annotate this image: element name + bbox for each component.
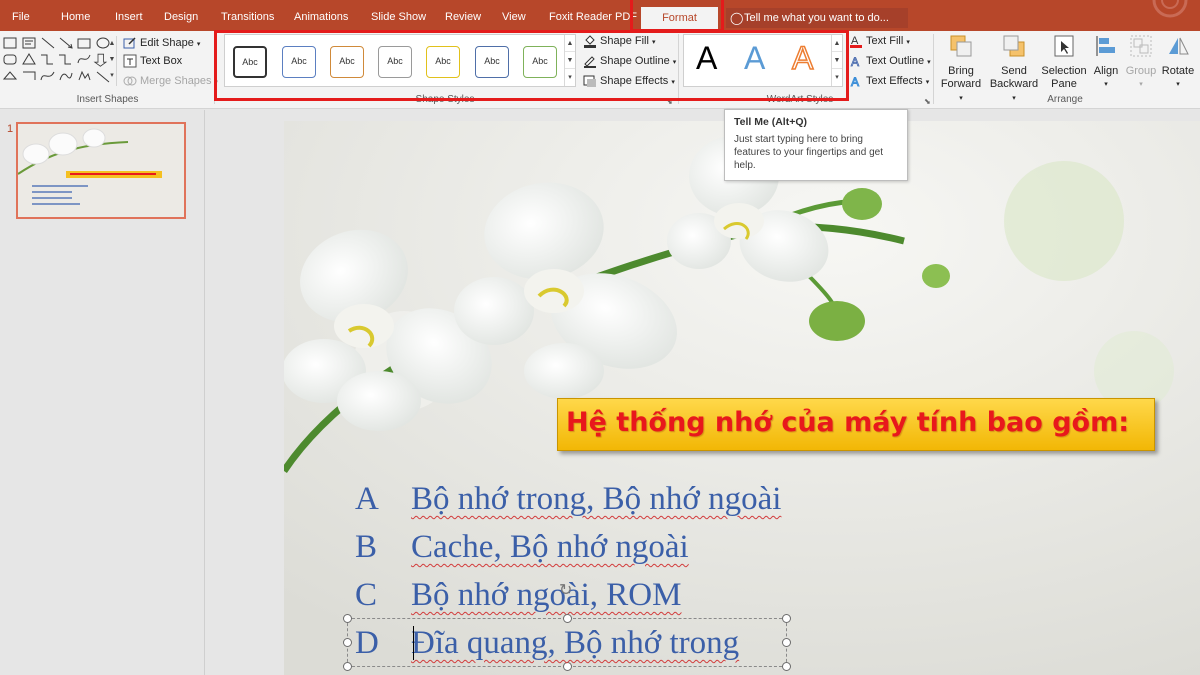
slide-thumbnail-pane: 1 xyxy=(0,110,205,675)
tab-design[interactable]: Design xyxy=(164,0,198,31)
styles-highlight xyxy=(214,30,849,101)
tab-insert[interactable]: Insert xyxy=(115,0,143,31)
resize-handle-top[interactable] xyxy=(563,614,572,623)
text-fill-icon: A xyxy=(850,35,862,48)
format-tab-highlight xyxy=(630,0,724,32)
answer-a-text[interactable]: Bộ nhớ trong, Bộ nhớ ngoài xyxy=(411,481,781,518)
send-backward-line2: Backward xyxy=(989,78,1039,90)
resize-handle-left[interactable] xyxy=(343,638,352,647)
edit-shape-icon xyxy=(123,37,136,49)
text-effects-icon: A xyxy=(851,75,860,89)
merge-shapes-label: Merge Shapes xyxy=(140,75,212,87)
text-outline-label: Text Outline xyxy=(866,55,925,67)
text-box-icon xyxy=(123,54,137,68)
tell-me-tooltip: Tell Me (Alt+Q) Just start typing here t… xyxy=(724,109,908,181)
tell-me-placeholder: Tell me what you want to do... xyxy=(744,12,889,24)
align-button[interactable]: Align ▾ xyxy=(1089,34,1123,91)
selection-pane-line1: Selection xyxy=(1041,65,1087,77)
group-button[interactable]: Group ▾ xyxy=(1124,34,1158,91)
ribbon-tab-bar: File Home Insert Design Transitions Anim… xyxy=(0,0,1200,35)
group-icon xyxy=(1130,35,1152,57)
slide-title: Hệ thống nhớ của máy tính bao gồm: xyxy=(566,407,1130,438)
resize-handle-bottom-right[interactable] xyxy=(782,662,791,671)
answer-a-letter: A xyxy=(355,481,379,517)
text-cursor xyxy=(413,626,414,660)
group-label: Group xyxy=(1125,65,1157,77)
text-fill-button[interactable]: A Text Fill ▾ xyxy=(849,32,910,50)
resize-handle-bottom-left[interactable] xyxy=(343,662,352,671)
selection-pane-line2: Pane xyxy=(1051,78,1077,90)
merge-shapes-button[interactable]: Merge Shapes ▾ xyxy=(123,72,218,90)
rotate-handle-icon[interactable]: ↻ xyxy=(559,583,575,599)
insert-shapes-group-label: Insert Shapes xyxy=(76,94,139,105)
answer-d-letter: D xyxy=(355,625,379,661)
edit-shape-button[interactable]: Edit Shape ▾ xyxy=(123,34,200,52)
text-effects-button[interactable]: A Text Effects ▾ xyxy=(849,72,930,90)
thumbnail-preview xyxy=(18,124,184,217)
resize-handle-top-left[interactable] xyxy=(343,614,352,623)
text-fill-label: Text Fill xyxy=(866,35,904,47)
bring-forward-line2: Forward xyxy=(940,78,982,90)
resize-handle-right[interactable] xyxy=(782,638,791,647)
shapes-gallery-scroll[interactable]: ▲ ▼ ▾ xyxy=(108,36,116,84)
tab-home[interactable]: Home xyxy=(61,0,90,31)
tab-review[interactable]: Review xyxy=(445,0,481,31)
tab-view[interactable]: View xyxy=(502,0,526,31)
wordart-launcher-icon[interactable]: ⬊ xyxy=(924,97,931,106)
text-outline-button[interactable]: A Text Outline ▾ xyxy=(849,52,931,70)
tooltip-body: Just start typing here to bring features… xyxy=(734,134,883,171)
text-outline-icon: A xyxy=(851,55,860,68)
tab-transitions[interactable]: Transitions xyxy=(221,0,274,31)
slide-number: 1 xyxy=(7,123,14,135)
send-backward-icon xyxy=(1003,35,1025,57)
slide-title-box[interactable]: Hệ thống nhớ của máy tính bao gồm: xyxy=(557,398,1155,451)
answer-b-letter: B xyxy=(355,529,378,565)
tab-animations[interactable]: Animations xyxy=(294,0,348,31)
text-box-label: Text Box xyxy=(140,55,183,67)
text-box-button[interactable]: Text Box xyxy=(123,52,182,70)
rotate-icon xyxy=(1169,37,1189,55)
send-backward-line1: Send xyxy=(1001,65,1027,77)
selection-pane-icon xyxy=(1054,35,1074,57)
ribbon-separator xyxy=(933,34,934,104)
svg-text:A: A xyxy=(851,75,859,88)
merge-shapes-icon xyxy=(123,76,137,86)
selection-pane-button[interactable]: Selection Pane xyxy=(1041,34,1087,91)
lightbulb-icon: ◯ xyxy=(730,11,744,25)
tab-slide-show[interactable]: Slide Show xyxy=(371,0,426,31)
answer-c-text[interactable]: Bộ nhớ ngoài, ROM xyxy=(411,577,681,614)
title-bar-decoration xyxy=(1152,0,1188,18)
resize-handle-bottom[interactable] xyxy=(563,662,572,671)
bring-forward-icon xyxy=(950,35,972,57)
arrange-group-label: Arrange xyxy=(1047,94,1083,105)
rotate-label: Rotate xyxy=(1161,65,1195,77)
align-icon xyxy=(1096,36,1115,56)
tell-me-search[interactable]: ◯ Tell me what you want to do... xyxy=(726,8,908,28)
slide-thumbnail[interactable] xyxy=(16,122,186,219)
edit-shape-label: Edit Shape xyxy=(140,37,194,49)
answer-d-text[interactable]: Đĩa quang, Bộ nhớ trong xyxy=(411,625,739,662)
svg-text:A: A xyxy=(851,55,859,68)
tab-file[interactable]: File xyxy=(12,0,30,31)
text-effects-label: Text Effects xyxy=(866,75,923,87)
answer-b-text[interactable]: Cache, Bộ nhớ ngoài xyxy=(411,529,689,566)
answer-c-letter: C xyxy=(355,577,378,613)
resize-handle-top-right[interactable] xyxy=(782,614,791,623)
rotate-button[interactable]: Rotate ▾ xyxy=(1160,34,1196,91)
bring-forward-button[interactable]: Bring Forward ▾ xyxy=(938,34,984,105)
shapes-gallery[interactable] xyxy=(2,35,114,87)
tab-foxit-reader-pdf[interactable]: Foxit Reader PDF xyxy=(549,0,637,31)
gallery-scroll-separator xyxy=(116,36,117,86)
bring-forward-line1: Bring xyxy=(948,65,974,77)
tooltip-title: Tell Me (Alt+Q) xyxy=(734,116,808,128)
align-label: Align xyxy=(1093,65,1119,77)
